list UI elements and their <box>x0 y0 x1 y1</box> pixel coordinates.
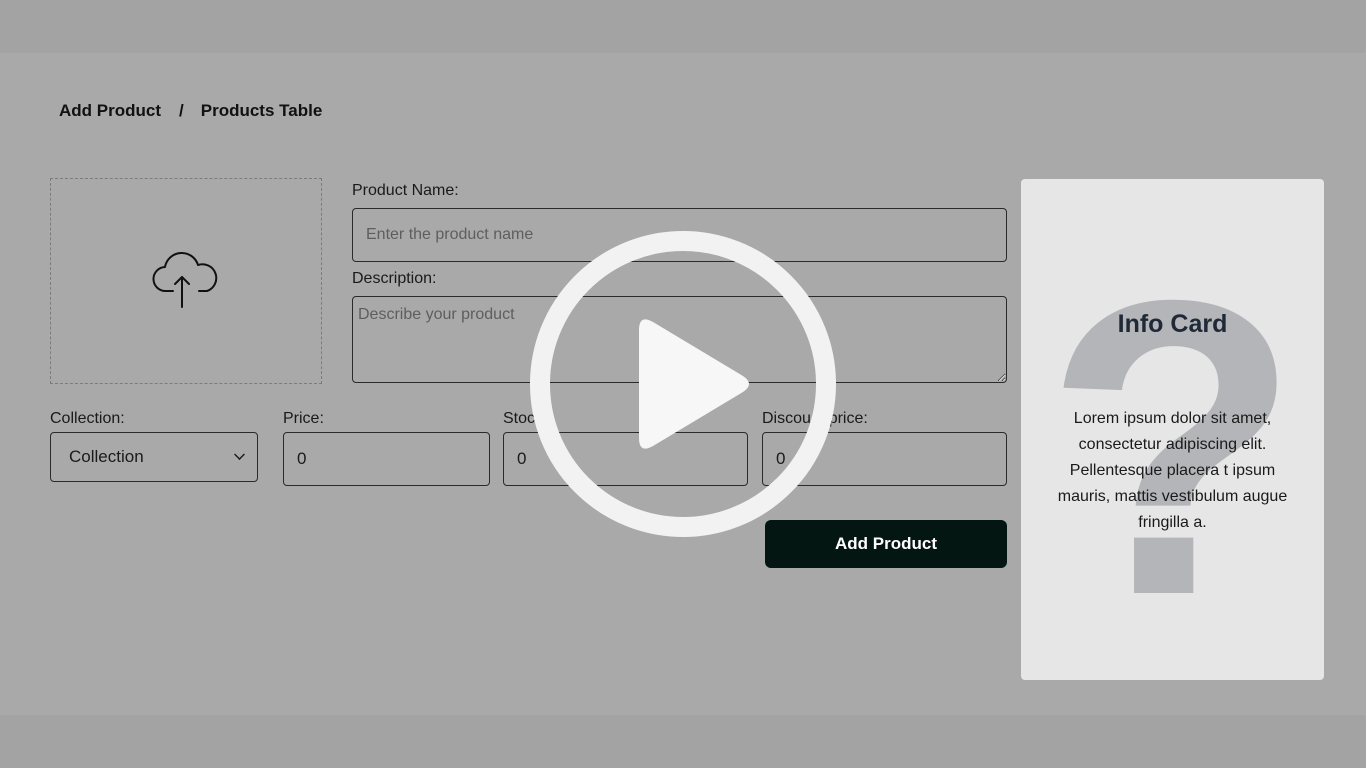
collection-label: Collection: <box>50 410 125 427</box>
price-input[interactable] <box>283 432 490 486</box>
collection-select[interactable]: Collection <box>50 432 258 482</box>
bottom-bar <box>0 715 1366 768</box>
cloud-upload-icon <box>151 247 221 316</box>
product-name-label: Product Name: <box>352 182 459 199</box>
collection-select-value: Collection <box>69 447 144 466</box>
info-card: ? Info Card Lorem ipsum dolor sit amet, … <box>1021 179 1324 680</box>
info-card-body: Lorem ipsum dolor sit amet, consectetur … <box>1057 410 1288 531</box>
info-card-title: Info Card <box>1117 310 1228 338</box>
description-label: Description: <box>352 270 437 287</box>
play-button[interactable] <box>529 230 837 538</box>
price-label: Price: <box>283 410 324 427</box>
breadcrumb-products-table-link[interactable]: Products Table <box>201 101 323 121</box>
chevron-down-icon <box>234 449 245 460</box>
play-icon <box>530 231 836 537</box>
image-upload-dropzone[interactable] <box>50 178 322 384</box>
breadcrumb-current: Add Product <box>59 101 161 120</box>
top-bar <box>0 0 1366 53</box>
breadcrumb: Add Product / Products Table <box>59 101 322 121</box>
breadcrumb-separator: / <box>179 101 184 120</box>
